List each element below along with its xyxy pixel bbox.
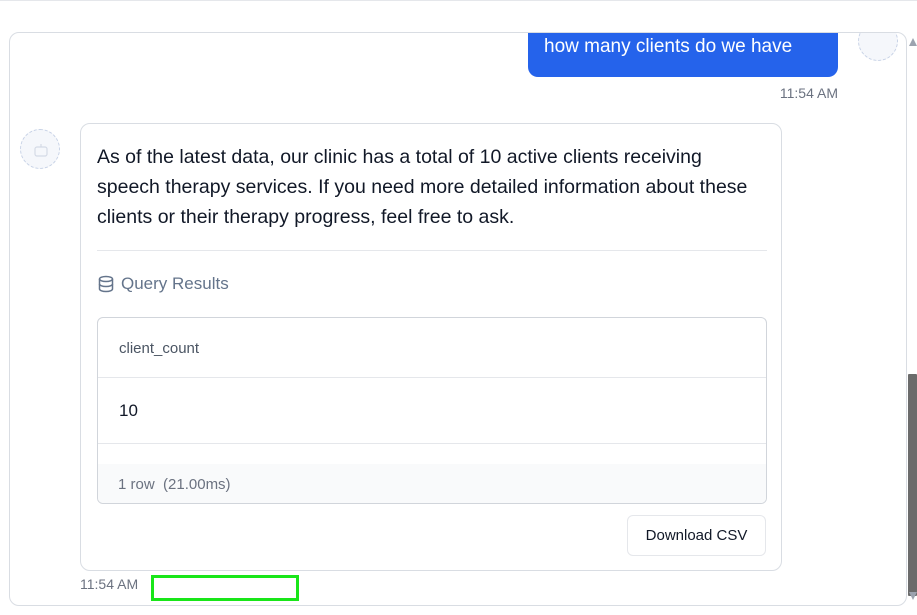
bot-avatar <box>20 129 60 169</box>
column-header-client-count: client_count <box>98 318 766 378</box>
download-csv-button[interactable]: Download CSV <box>627 515 766 556</box>
scroll-up-arrow-icon[interactable] <box>909 38 917 46</box>
results-footer: 1 row (21.00ms) <box>98 464 766 503</box>
query-results-title: Query Results <box>121 274 229 293</box>
scrollbar-thumb[interactable] <box>908 374 917 596</box>
user-avatar <box>858 33 898 61</box>
user-message-timestamp: 11:54 AM <box>779 85 838 101</box>
divider <box>97 250 767 251</box>
user-message-text: how many clients do we have <box>544 36 793 57</box>
query-duration: (21.00ms) <box>163 476 231 493</box>
table-row: 10 <box>98 378 766 444</box>
row-count: 1 row <box>118 476 155 493</box>
chat-panel: how many clients do we have 11:54 AM As … <box>9 32 907 606</box>
top-divider <box>0 0 917 1</box>
scrollbar[interactable] <box>907 32 917 606</box>
bot-icon <box>34 144 48 157</box>
table-cell: 10 <box>119 401 138 420</box>
assistant-message-text: As of the latest data, our clinic has a … <box>97 146 748 228</box>
database-icon <box>98 275 114 293</box>
user-message-bubble: how many clients do we have <box>528 33 838 77</box>
scroll-down-arrow-icon[interactable] <box>909 592 917 600</box>
assistant-message-timestamp: 11:54 AM <box>80 576 139 592</box>
query-results-table: client_count 10 1 row (21.00ms) <box>97 317 767 504</box>
query-results-header: Query Results <box>97 274 229 294</box>
assistant-message-bubble: As of the latest data, our clinic has a … <box>80 123 782 571</box>
highlight-box <box>151 575 299 601</box>
